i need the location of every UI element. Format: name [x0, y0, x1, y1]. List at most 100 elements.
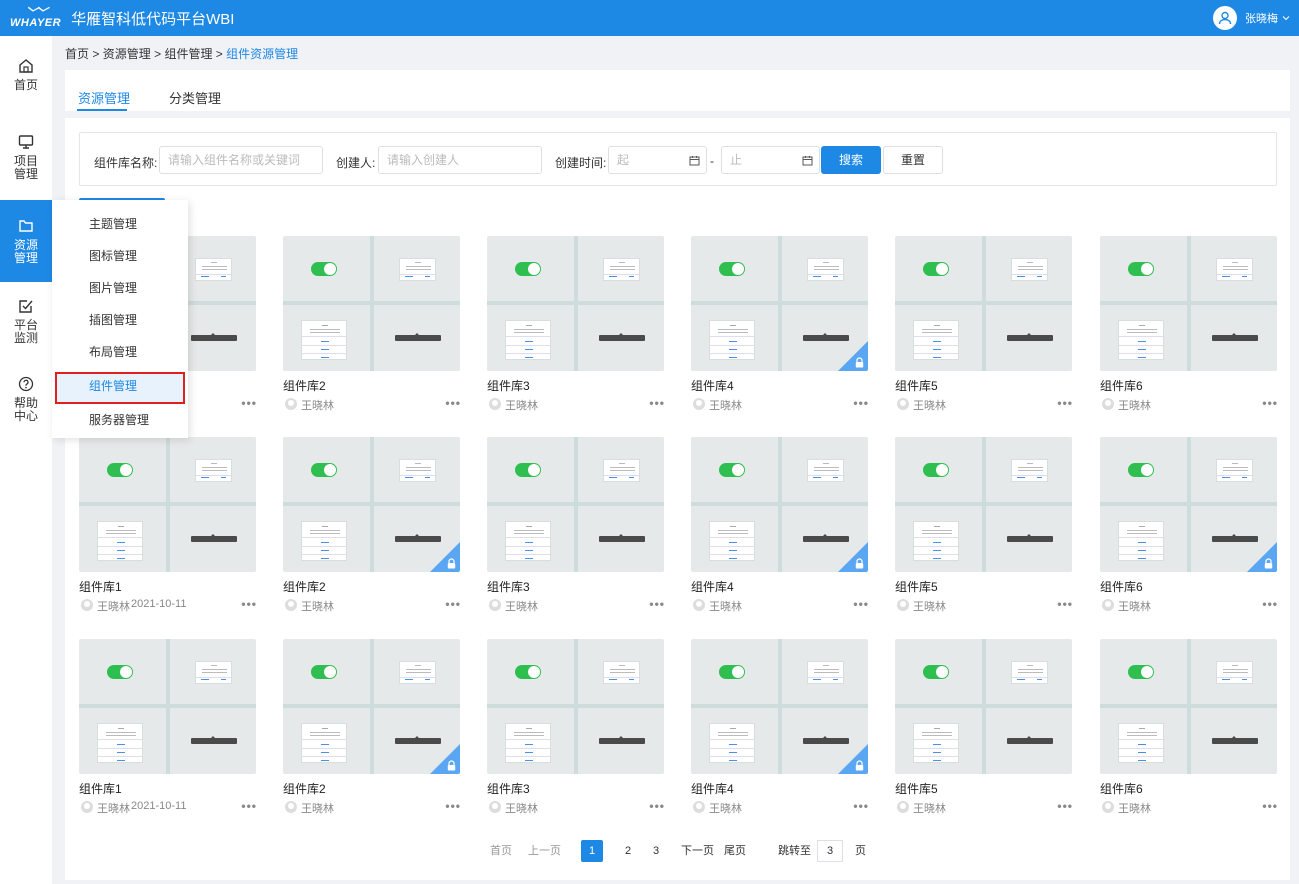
more-options-icon[interactable]: •••	[1057, 396, 1073, 410]
card-thumbnail[interactable]	[691, 236, 868, 371]
component-library-card[interactable]: 组件库2 王晓林 •••	[283, 236, 461, 426]
sidebar-item-home[interactable]: 首页	[0, 58, 52, 108]
whayer-logo[interactable]: ﹀﹀ WHAYER	[10, 7, 61, 29]
card-thumbnail[interactable]	[487, 437, 664, 572]
more-options-icon[interactable]: •••	[853, 396, 869, 410]
card-thumbnail[interactable]	[895, 639, 1072, 774]
divider	[487, 301, 664, 305]
component-library-card[interactable]: 组件库4 王晓林 •••	[691, 236, 869, 426]
component-library-card[interactable]: 组件库3 王晓林 •••	[487, 437, 665, 627]
breadcrumb-current: 组件资源管理	[226, 47, 299, 61]
more-options-icon[interactable]: •••	[445, 396, 461, 410]
card-thumbnail[interactable]	[895, 437, 1072, 572]
component-library-card[interactable]: 组件库3 王晓林 •••	[487, 236, 665, 426]
component-library-card[interactable]: 组件库4 王晓林 •••	[691, 437, 869, 627]
sidebar-item-monitoring[interactable]: 平台 监测	[0, 298, 52, 350]
sidebar-item-help[interactable]: 帮助 中心	[0, 376, 52, 428]
component-library-card[interactable]: 组件库2 王晓林 •••	[283, 437, 461, 627]
creator-input[interactable]: 请输入创建人	[378, 146, 542, 174]
card-thumbnail[interactable]	[487, 236, 664, 371]
submenu-item-illustrations[interactable]: 插图管理	[55, 306, 185, 334]
component-library-card[interactable]: 组件库5 王晓林 •••	[895, 236, 1073, 426]
component-library-card[interactable]: 组件库6 王晓林 •••	[1100, 437, 1278, 627]
component-library-card[interactable]: 组件库4 王晓林 •••	[691, 639, 869, 829]
breadcrumb-home[interactable]: 首页	[65, 47, 89, 61]
card-thumbnail[interactable]	[1100, 437, 1277, 572]
user-avatar-icon	[285, 801, 297, 813]
card-thumbnail[interactable]	[691, 639, 868, 774]
end-date-input[interactable]: 止	[721, 146, 820, 174]
tab-resource-management[interactable]: 资源管理	[78, 88, 130, 107]
component-library-card[interactable]: 组件库6 王晓林 •••	[1100, 236, 1278, 426]
lock-icon	[1264, 558, 1273, 569]
more-options-icon[interactable]: •••	[241, 396, 257, 410]
sidebar-item-resources[interactable]: 资源 管理	[0, 200, 52, 282]
card-thumbnail[interactable]	[79, 437, 256, 572]
submenu-item-layout[interactable]: 布局管理	[55, 338, 185, 366]
more-options-icon[interactable]: •••	[1262, 396, 1278, 410]
more-options-icon[interactable]: •••	[1262, 799, 1278, 813]
page-1[interactable]: 1	[581, 840, 603, 862]
more-options-icon[interactable]: •••	[1262, 597, 1278, 611]
card-thumbnail[interactable]	[283, 437, 460, 572]
card-thumbnail[interactable]	[895, 236, 1072, 371]
more-options-icon[interactable]: •••	[649, 597, 665, 611]
card-thumbnail[interactable]	[79, 639, 256, 774]
submenu-item-components[interactable]: 组件管理	[55, 372, 185, 404]
component-library-card[interactable]: 组件库2 王晓林 •••	[283, 639, 461, 829]
submenu-item-icons[interactable]: 图标管理	[55, 242, 185, 270]
search-button[interactable]: 搜索	[821, 146, 881, 174]
page-2[interactable]: 2	[625, 840, 631, 862]
more-options-icon[interactable]: •••	[241, 799, 257, 813]
card-thumbnail[interactable]	[283, 236, 460, 371]
first-page-link[interactable]: 首页	[490, 840, 512, 862]
name-search-input[interactable]: 请输入组件名称或关键词	[159, 146, 323, 174]
card-thumbnail[interactable]	[1100, 639, 1277, 774]
component-library-card[interactable]: 组件库1 王晓林2021-10-11 •••	[79, 639, 257, 829]
page-3[interactable]: 3	[653, 840, 659, 862]
component-library-card[interactable]: 组件库1 王晓林2021-10-11 •••	[79, 437, 257, 627]
card-thumbnail[interactable]	[1100, 236, 1277, 371]
more-options-icon[interactable]: •••	[445, 799, 461, 813]
more-options-icon[interactable]: •••	[649, 799, 665, 813]
component-library-card[interactable]: 组件库6 王晓林 •••	[1100, 639, 1278, 829]
tab-category-management[interactable]: 分类管理	[169, 88, 221, 107]
action-sheet-preview	[913, 723, 959, 763]
user-name: 张晓梅	[1245, 13, 1278, 25]
action-sheet-preview	[505, 723, 551, 763]
breadcrumb-components[interactable]: 组件管理	[164, 47, 212, 61]
card-thumbnail[interactable]	[691, 437, 868, 572]
card-owner: 王晓林	[709, 400, 742, 412]
component-library-card[interactable]: 组件库5 王晓林 •••	[895, 639, 1073, 829]
sidebar-item-projects[interactable]: 项目 管理	[0, 134, 52, 186]
card-owner: 王晓林	[913, 803, 946, 815]
submenu-item-theme[interactable]: 主题管理	[55, 210, 185, 238]
more-options-icon[interactable]: •••	[649, 396, 665, 410]
submenu-item-servers[interactable]: 服务器管理	[55, 406, 185, 434]
more-options-icon[interactable]: •••	[241, 597, 257, 611]
card-thumbnail[interactable]	[283, 639, 460, 774]
divider	[487, 502, 664, 506]
more-options-icon[interactable]: •••	[1057, 799, 1073, 813]
user-menu[interactable]: 张晓梅	[1213, 6, 1291, 30]
breadcrumb-resources[interactable]: 资源管理	[103, 47, 151, 61]
component-library-card[interactable]: 组件库3 王晓林 •••	[487, 639, 665, 829]
lock-icon	[447, 558, 456, 569]
submenu-item-images[interactable]: 图片管理	[55, 274, 185, 302]
help-icon	[18, 376, 34, 392]
jump-page-input[interactable]: 3	[817, 840, 843, 862]
card-thumbnail[interactable]	[487, 639, 664, 774]
dialog-preview	[195, 661, 232, 684]
more-options-icon[interactable]: •••	[853, 799, 869, 813]
prev-page-link[interactable]: 上一页	[528, 840, 561, 862]
more-options-icon[interactable]: •••	[1057, 597, 1073, 611]
more-options-icon[interactable]: •••	[853, 597, 869, 611]
reset-button[interactable]: 重置	[883, 146, 943, 174]
last-page-link[interactable]: 尾页	[724, 840, 746, 862]
sidebar-item-label: 监测	[13, 331, 38, 345]
more-options-icon[interactable]: •••	[445, 597, 461, 611]
next-page-link[interactable]: 下一页	[681, 840, 714, 862]
breadcrumb-separator: >	[215, 47, 223, 61]
start-date-input[interactable]: 起	[608, 146, 707, 174]
component-library-card[interactable]: 组件库5 王晓林 •••	[895, 437, 1073, 627]
